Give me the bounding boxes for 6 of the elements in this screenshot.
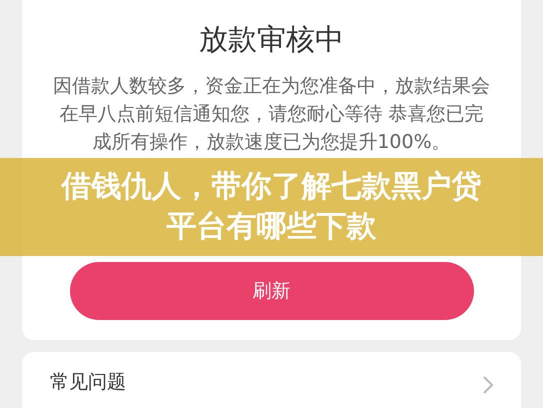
chevron-right-icon	[483, 376, 493, 394]
overlay-title: 借钱仇人，带你了解七款黑户贷平台有哪些下款	[60, 168, 482, 246]
faq-label[interactable]: 常见问题	[50, 370, 126, 394]
status-title: 放款审核中	[199, 21, 344, 58]
refresh-button[interactable]: 刷新	[70, 262, 474, 320]
status-message: 因借款人数较多，资金正在为您准备中，放款结果会在早八点前短信通知您，请您耐心等待 恭喜您已完成所有操作，放款速度已为您提升100%。	[52, 74, 491, 155]
